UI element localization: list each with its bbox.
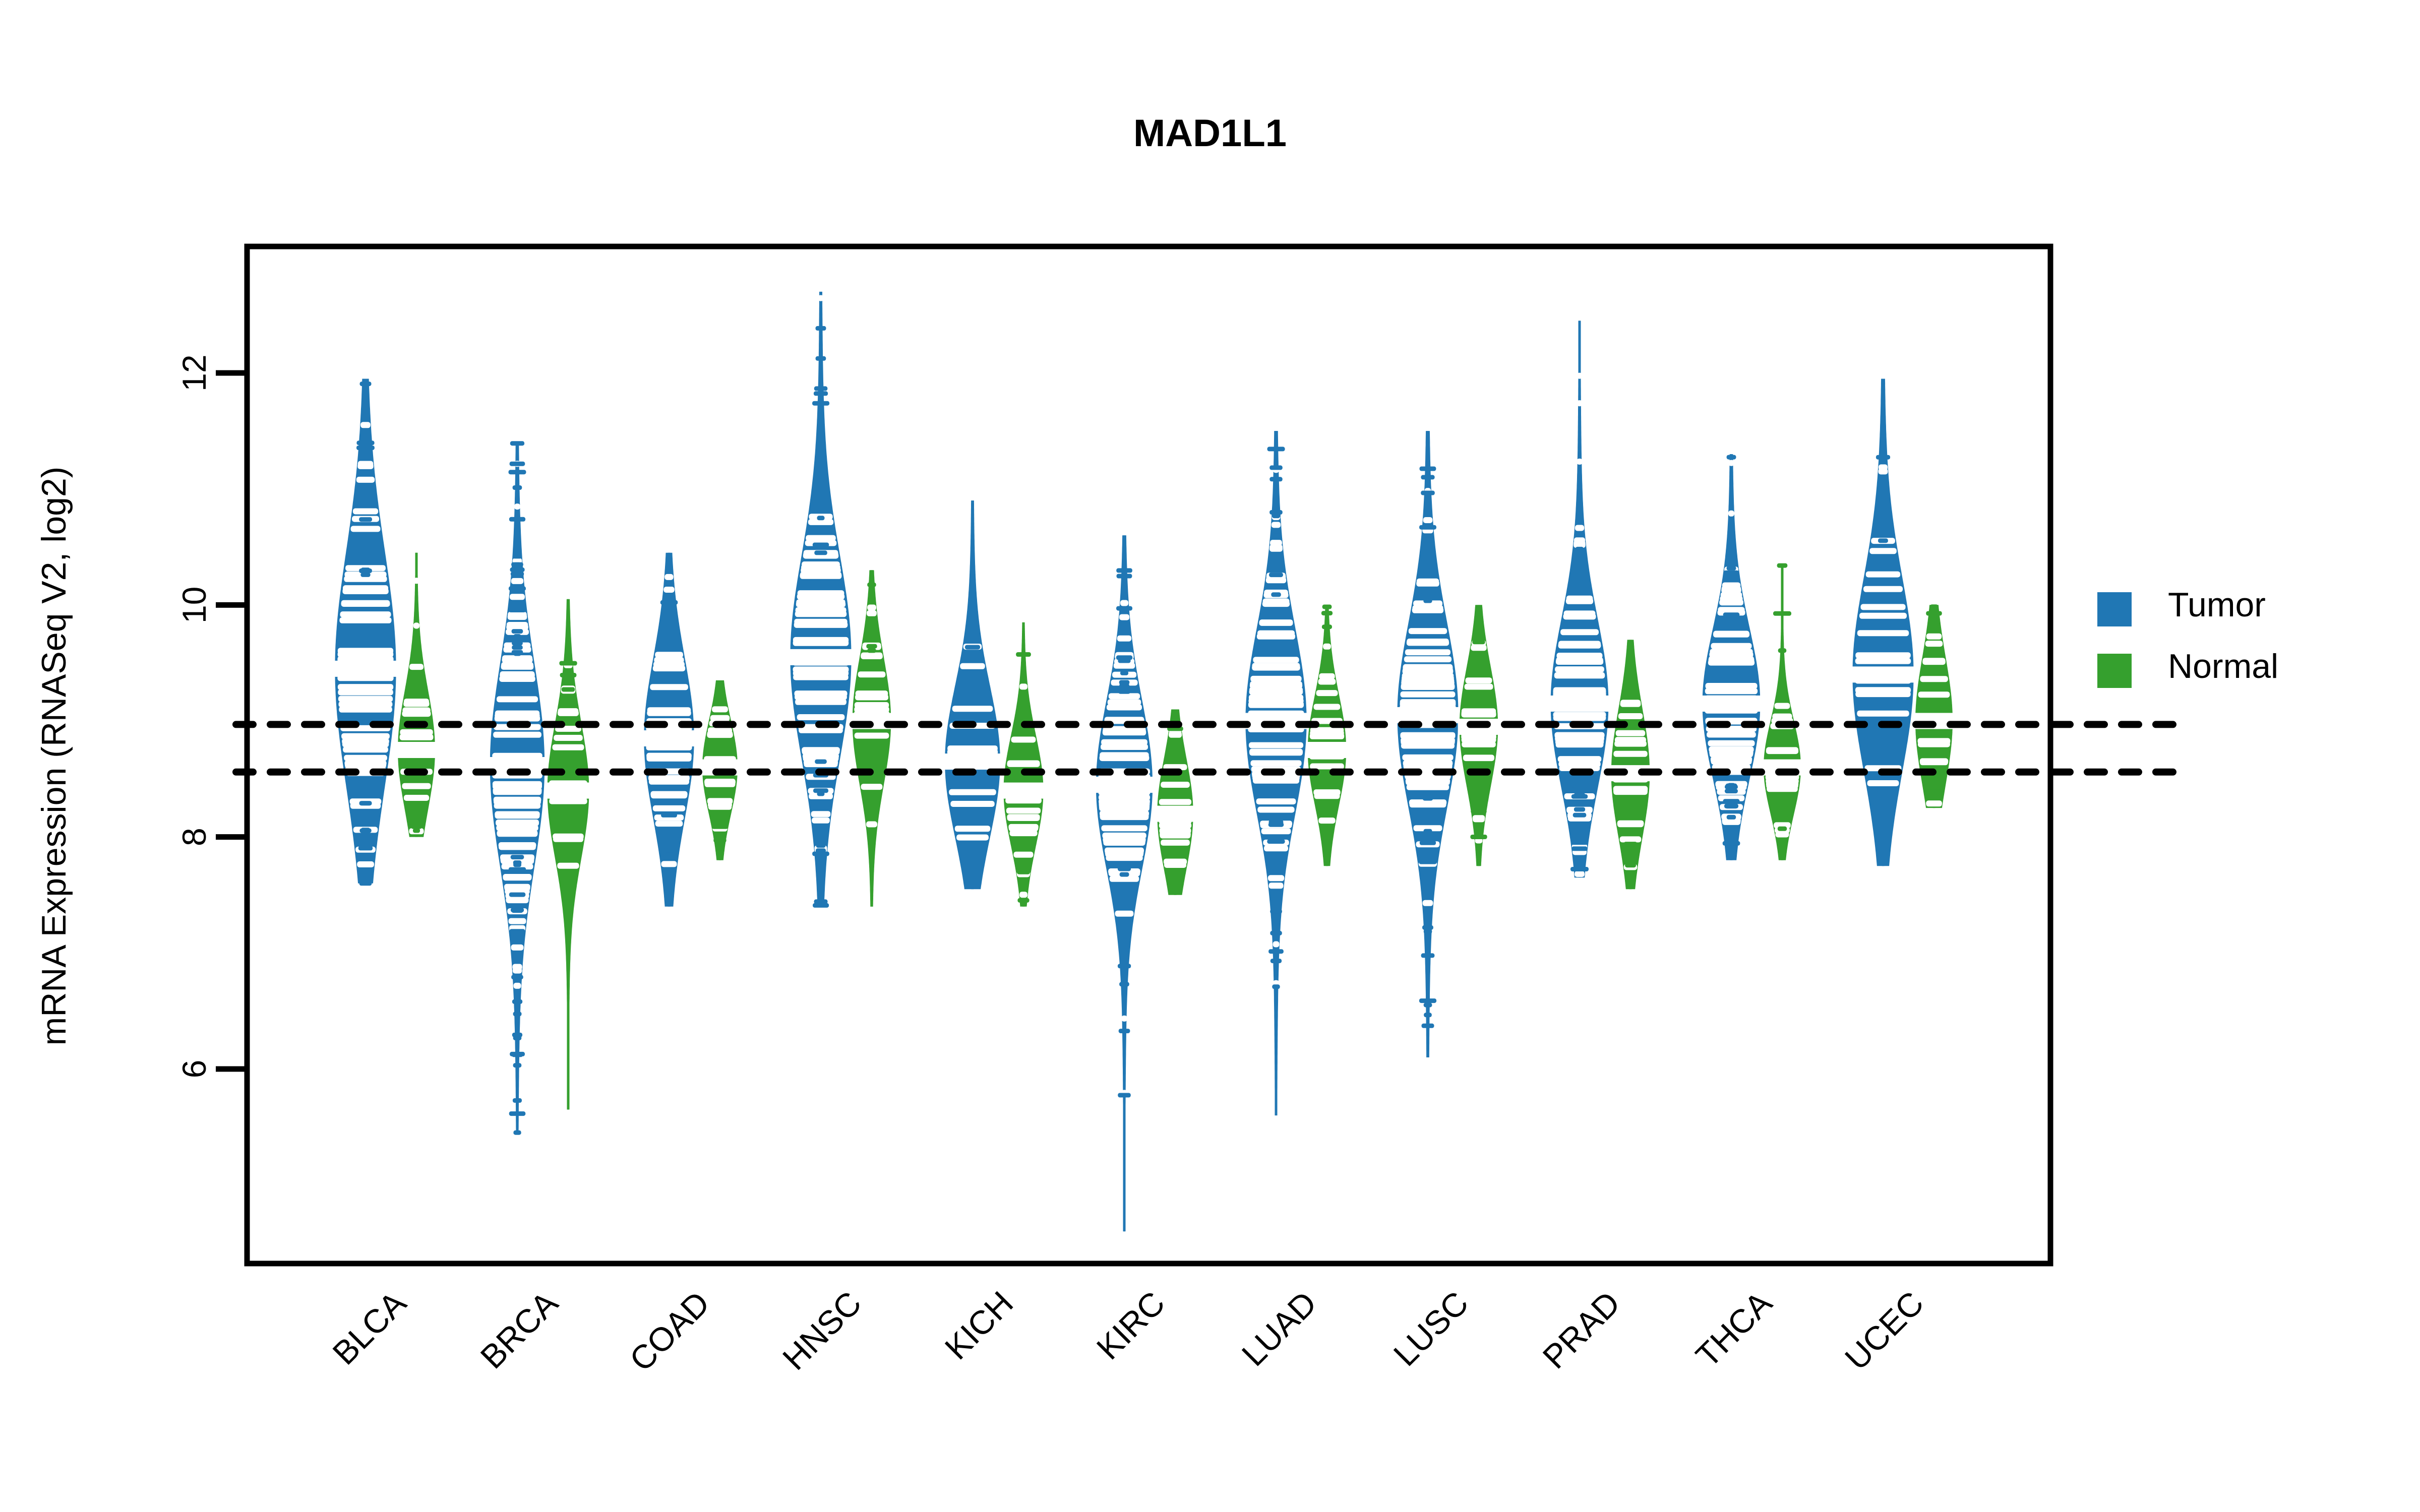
median-line [1094, 777, 1155, 793]
median-line [789, 649, 853, 665]
legend-swatch-normal [2097, 654, 2132, 688]
median-line [1549, 696, 1610, 712]
y-axis-title: mRNA Expression (RNASeq V2, log2) [35, 467, 73, 1046]
median-line [1851, 666, 1915, 683]
legend-swatch-tumor [2097, 592, 2132, 626]
y-tick-label: 12 [175, 354, 213, 391]
page-title: MAD1L1 [1133, 112, 1287, 155]
chart-canvas: MAD1L1 mRNA Expression (RNASeq V2, log2)… [0, 0, 2420, 1512]
median-line [1306, 742, 1348, 758]
legend-label-tumor: Tumor [2168, 586, 2266, 624]
median-line [1156, 805, 1195, 822]
median-line [1396, 707, 1460, 723]
median-line [1002, 782, 1045, 799]
median-line [1701, 696, 1762, 712]
median-line [642, 730, 696, 746]
median-line [396, 742, 437, 758]
y-tick-label: 6 [175, 1060, 213, 1079]
y-tick-label: 8 [175, 828, 213, 846]
median-line [333, 660, 398, 677]
y-tick-label: 10 [175, 587, 213, 623]
beanplot-figure: MAD1L1 mRNA Expression (RNASeq V2, log2)… [0, 0, 2420, 1512]
legend-label-normal: Normal [2168, 647, 2278, 685]
median-line [943, 753, 1002, 770]
median-line [546, 782, 591, 799]
